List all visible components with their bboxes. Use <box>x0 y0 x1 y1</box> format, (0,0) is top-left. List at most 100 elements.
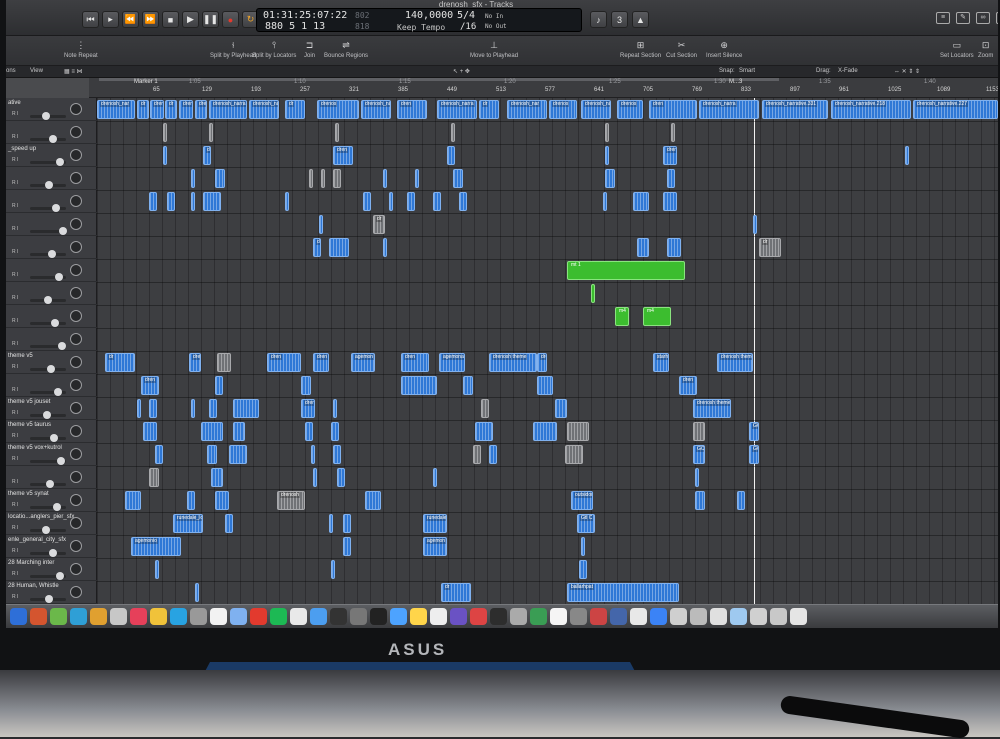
audio-region[interactable] <box>537 376 553 395</box>
record-icon[interactable]: ● <box>222 11 239 28</box>
launchpad-icon[interactable] <box>30 608 47 625</box>
notes-icon[interactable]: ✎ <box>956 12 970 24</box>
audio-region[interactable] <box>149 192 157 211</box>
track-buttons[interactable]: R I <box>12 364 18 370</box>
audio-region[interactable] <box>581 537 585 556</box>
launchpad-icon[interactable] <box>270 608 287 625</box>
track-buttons[interactable]: R I <box>12 111 18 117</box>
track-header[interactable]: theme v5 taurus R I <box>6 420 97 443</box>
chrome-icon[interactable] <box>450 608 467 625</box>
view-menu[interactable]: View <box>30 68 43 74</box>
track-buttons[interactable]: R I <box>12 594 18 600</box>
audio-region[interactable]: dren <box>267 353 301 372</box>
pan-knob[interactable] <box>70 333 82 345</box>
audio-region[interactable]: drenosh_narra <box>361 100 391 119</box>
trash-icon[interactable] <box>470 608 487 625</box>
track-buttons[interactable]: R I <box>12 272 18 278</box>
logic-icon[interactable] <box>630 608 647 625</box>
audio-region[interactable] <box>203 192 221 211</box>
audio-region[interactable] <box>737 491 745 510</box>
audio-region[interactable]: dren <box>649 100 697 119</box>
fader-knob[interactable] <box>42 112 50 120</box>
audio-region[interactable] <box>215 491 229 510</box>
track-buttons[interactable]: R I <box>12 226 18 232</box>
audio-region[interactable] <box>363 192 371 211</box>
track-header[interactable]: R I <box>6 374 97 397</box>
finder-icon[interactable] <box>10 608 27 625</box>
audio-region[interactable]: dren <box>663 146 677 165</box>
finder-icon[interactable] <box>730 608 747 625</box>
notes-icon[interactable] <box>350 608 367 625</box>
audio-region[interactable] <box>191 192 195 211</box>
audio-region[interactable] <box>447 146 455 165</box>
audio-region[interactable]: dren <box>141 376 159 395</box>
fader-knob[interactable] <box>58 342 66 350</box>
audio-region[interactable] <box>667 169 675 188</box>
audio-region[interactable] <box>191 169 195 188</box>
settings-icon[interactable] <box>670 608 687 625</box>
track-buttons[interactable]: R I <box>12 548 18 554</box>
audio-region[interactable] <box>459 192 467 211</box>
browser-icon[interactable]: ▤ <box>996 12 998 24</box>
audio-region[interactable]: dr <box>137 100 149 119</box>
audio-region[interactable]: dr <box>165 100 177 119</box>
audio-region[interactable]: dr <box>105 353 135 372</box>
audio-region[interactable] <box>191 399 195 418</box>
audio-region[interactable] <box>343 514 351 533</box>
audio-region[interactable]: drenos <box>317 100 359 119</box>
audio-region[interactable]: drenosh_nar <box>97 100 135 119</box>
mail-icon[interactable] <box>550 608 567 625</box>
audio-region[interactable] <box>637 238 649 257</box>
audio-region[interactable] <box>489 445 497 464</box>
track-buttons[interactable]: R I <box>12 341 18 347</box>
calendar-icon[interactable] <box>90 608 107 625</box>
snap-select[interactable]: Smart <box>739 68 755 74</box>
audio-region[interactable] <box>309 169 313 188</box>
fader-knob[interactable] <box>45 181 53 189</box>
audio-region[interactable]: drenosh_narrative.331 <box>762 100 828 119</box>
pan-knob[interactable] <box>70 172 82 184</box>
audio-region[interactable]: runedale <box>423 514 447 533</box>
audio-region[interactable] <box>383 169 387 188</box>
audio-region[interactable] <box>155 445 163 464</box>
music-icon[interactable] <box>610 608 627 625</box>
audio-region[interactable]: GO <box>693 445 705 464</box>
track-header[interactable]: theme v5 jouset R I <box>6 397 97 420</box>
pan-knob[interactable] <box>70 195 82 207</box>
track-header[interactable]: theme v5 synat R I <box>6 489 97 512</box>
audio-region[interactable]: drenosh_narra <box>437 100 477 119</box>
pan-knob[interactable] <box>70 126 82 138</box>
fader-knob[interactable] <box>43 411 51 419</box>
pan-knob[interactable] <box>70 586 82 598</box>
audio-region[interactable] <box>163 146 167 165</box>
mail-icon[interactable] <box>310 608 327 625</box>
track-buttons[interactable]: R I <box>12 387 18 393</box>
track-header[interactable]: R I <box>6 466 97 489</box>
fader-knob[interactable] <box>53 503 61 511</box>
audio-region[interactable]: dr <box>203 146 211 165</box>
audio-region[interactable] <box>401 376 437 395</box>
audio-region[interactable]: dren <box>195 100 207 119</box>
track-header[interactable]: 28 Marching inter R I <box>6 558 97 581</box>
volume-fader[interactable] <box>30 138 66 141</box>
track-buttons[interactable]: R I <box>12 433 18 439</box>
audio-region[interactable] <box>321 169 325 188</box>
repeat-section-button[interactable]: ⊞ Repeat Section <box>620 40 661 59</box>
audio-region[interactable]: runedale_lo <box>173 514 203 533</box>
audio-region[interactable] <box>207 445 217 464</box>
audio-region[interactable] <box>415 169 419 188</box>
audio-region[interactable]: drenosh <box>277 491 305 510</box>
track-buttons[interactable]: R I <box>12 157 18 163</box>
audio-region[interactable] <box>209 399 217 418</box>
stop-icon[interactable]: ■ <box>162 11 179 28</box>
track-buttons[interactable]: R I <box>12 456 18 462</box>
audio-region[interactable] <box>301 376 311 395</box>
calendar-icon[interactable] <box>330 608 347 625</box>
audio-region[interactable] <box>605 146 609 165</box>
audio-region[interactable] <box>143 422 157 441</box>
arrange-area[interactable]: drenosh_nardrdrenosdrdrenosdrendrenosh_n… <box>97 98 998 604</box>
audio-region[interactable] <box>211 468 223 487</box>
audio-region[interactable] <box>195 583 199 602</box>
audio-region[interactable] <box>693 422 705 441</box>
track-buttons[interactable]: R I <box>12 249 18 255</box>
